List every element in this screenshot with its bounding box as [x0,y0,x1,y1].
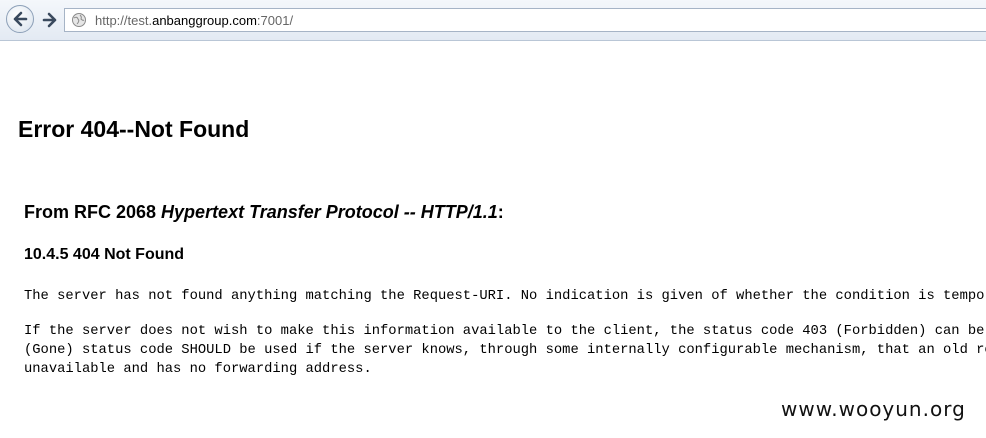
forward-arrow-icon [42,12,57,28]
browser-window: http://test.anbanggroup.com:7001/ Error … [0,0,986,438]
forward-button[interactable] [37,8,63,32]
globe-icon [71,12,87,28]
back-button[interactable] [6,5,34,33]
rfc-suffix: : [497,202,504,222]
rfc-title: Hypertext Transfer Protocol -- HTTP/1.1 [161,202,498,222]
paragraph-2-line-3: unavailable and has no forwarding addres… [24,362,372,377]
paragraph-2-line-1: If the server does not wish to make this… [24,324,985,339]
paragraph-2: If the server does not wish to make this… [24,322,986,379]
back-arrow-icon [13,11,28,27]
error-title: Error 404--Not Found [18,116,250,142]
watermark: www.wooyun.org [781,397,966,421]
paragraph-2-line-2: (Gone) status code SHOULD be used if the… [24,343,986,358]
address-bar[interactable]: http://test.anbanggroup.com:7001/ [64,8,986,32]
url-text[interactable]: http://test.anbanggroup.com:7001/ [95,13,293,28]
url-suffix: :7001/ [256,12,294,28]
paragraph-1: The server has not found anything matchi… [24,289,986,304]
rfc-heading: From RFC 2068 Hypertext Transfer Protoco… [24,202,504,223]
browser-toolbar: http://test.anbanggroup.com:7001/ [0,0,986,41]
url-host: anbanggroup.com [152,12,257,28]
rfc-prefix: From RFC 2068 [24,202,162,222]
section-heading: 10.4.5 404 Not Found [24,246,185,263]
url-prefix: http://test. [95,12,153,28]
